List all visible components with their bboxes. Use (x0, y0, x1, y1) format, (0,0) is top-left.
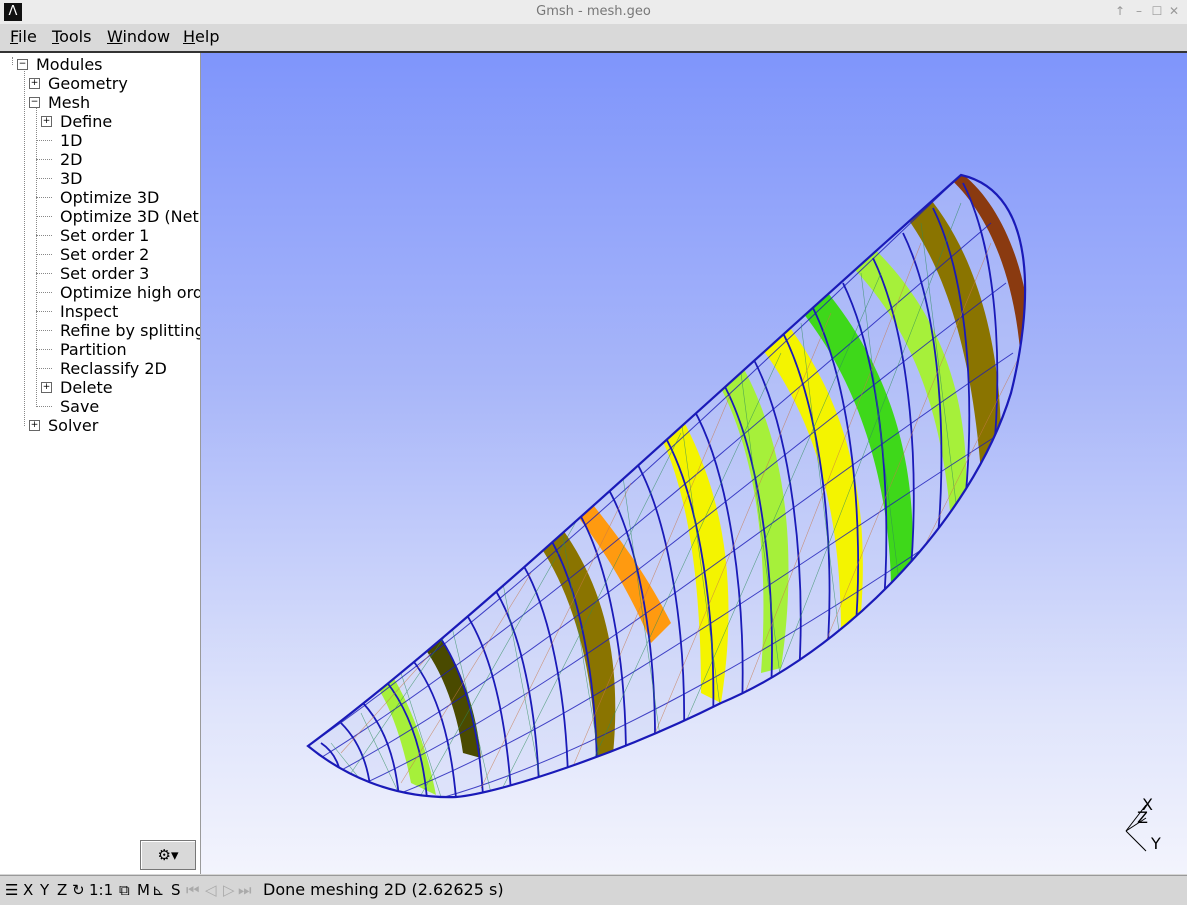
tree-line (12, 57, 13, 65)
axis-y-label: Y (1150, 834, 1161, 853)
view-x-button[interactable]: X (23, 881, 33, 899)
mesh-toggle-button[interactable]: M (137, 881, 150, 899)
select-button[interactable]: S (171, 881, 181, 899)
collapse-icon[interactable]: − (29, 97, 40, 108)
settings-gear-button[interactable]: ⚙▾ (140, 840, 196, 870)
menu-bar: File Tools Window Help (0, 24, 1187, 53)
view-z-button[interactable]: Z (57, 881, 67, 899)
last-step-icon[interactable]: ⏭ (238, 881, 252, 899)
expand-icon[interactable]: + (29, 78, 40, 89)
keep-above-icon[interactable]: ↑ (1112, 3, 1128, 19)
close-icon[interactable]: ✕ (1166, 3, 1182, 19)
scale-reset-button[interactable]: 1:1 (89, 881, 113, 899)
graphics-viewport[interactable]: X Z Y (201, 53, 1187, 874)
collapse-icon[interactable]: − (17, 59, 28, 70)
first-step-icon[interactable]: ⏮ (186, 881, 200, 899)
view-y-button[interactable]: Y (40, 881, 49, 899)
menu-help[interactable]: Help (183, 28, 219, 46)
mesh-render: X Z Y (306, 173, 1161, 853)
title-bar: Λ Gmsh - mesh.geo ↑ – ☐ ✕ (0, 0, 1187, 25)
expand-icon[interactable]: + (41, 116, 52, 127)
window-title: Gmsh - mesh.geo (536, 4, 651, 19)
axis-z-label: Z (1137, 808, 1148, 827)
maximize-icon[interactable]: ☐ (1149, 3, 1165, 19)
expand-icon[interactable]: + (41, 382, 52, 393)
menu-toggle-icon[interactable]: ☰ (5, 881, 18, 899)
status-message: Done meshing 2D (2.62625 s) (263, 880, 504, 899)
projection-cube-icon[interactable]: ⧉ (119, 881, 130, 899)
module-tree: − Modules + Geometry − Mesh + Define 1D … (0, 53, 201, 874)
play-icon[interactable]: ▷ (223, 881, 235, 899)
tree-line (36, 106, 37, 407)
status-bar: ☰ X Y Z ↻ 1:1 ⧉ M ⊾ S ⏮ ◁ ▷ ⏭ Done meshi… (0, 875, 1187, 905)
previous-step-icon[interactable]: ◁ (205, 881, 217, 899)
tree-line (24, 68, 25, 426)
minimize-icon[interactable]: – (1131, 3, 1147, 19)
rotate-icon[interactable]: ↻ (72, 881, 85, 899)
menu-tools[interactable]: Tools (52, 28, 91, 46)
menu-file[interactable]: File (10, 28, 37, 46)
measure-icon[interactable]: ⊾ (152, 881, 165, 899)
expand-icon[interactable]: + (29, 420, 40, 431)
menu-window[interactable]: Window (107, 28, 170, 46)
